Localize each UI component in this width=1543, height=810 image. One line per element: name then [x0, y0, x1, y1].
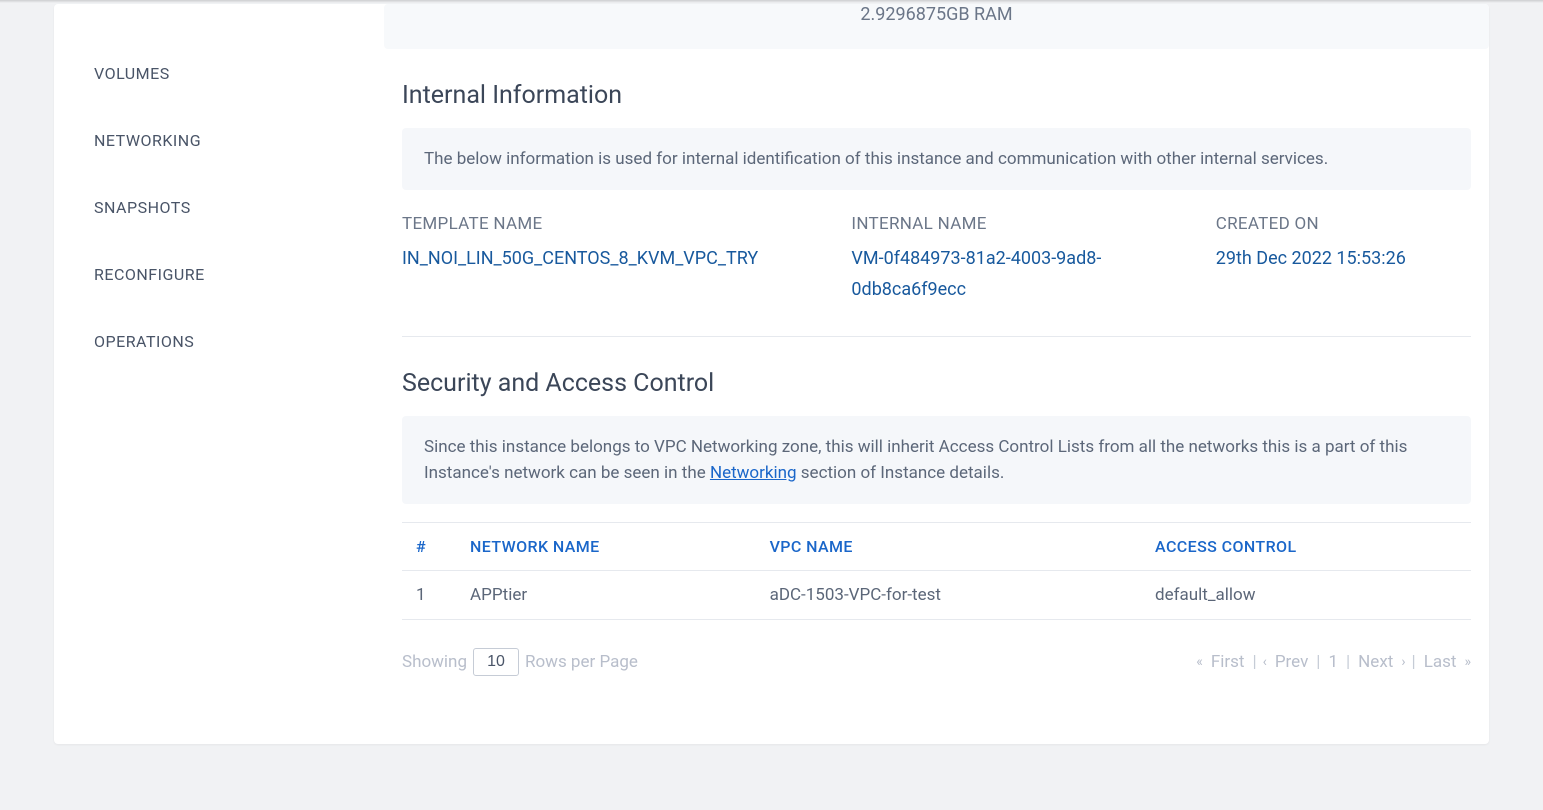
networking-link[interactable]: Networking: [710, 463, 797, 483]
rows-per-page-label: Rows per Page: [525, 652, 638, 672]
cell-vpc-name: aDC-1503-VPC-for-test: [762, 571, 1147, 620]
table-row: 1 APPtier aDC-1503-VPC-for-test default_…: [402, 571, 1471, 620]
sidebar: VOLUMES NETWORKING SNAPSHOTS RECONFIGURE…: [54, 4, 384, 744]
col-access-control: ACCESS CONTROL: [1147, 523, 1471, 571]
col-hash: #: [402, 523, 462, 571]
sidebar-item-networking[interactable]: NETWORKING: [94, 107, 384, 174]
cell-index: 1: [402, 571, 462, 620]
internal-name-value: VM-0f484973-81a2-4003-9ad8-0db8ca6f9ecc: [851, 244, 1191, 305]
security-title: Security and Access Control: [402, 369, 1471, 398]
separator: |: [1346, 652, 1350, 672]
internal-info-banner: The below information is used for intern…: [402, 128, 1471, 190]
main-card: VOLUMES NETWORKING SNAPSHOTS RECONFIGURE…: [54, 4, 1489, 744]
first-page-button[interactable]: First: [1209, 652, 1247, 672]
separator: |: [1316, 652, 1320, 672]
sidebar-item-operations[interactable]: OPERATIONS: [94, 308, 384, 375]
template-name-label: TEMPLATE NAME: [402, 214, 827, 234]
internal-info-title: Internal Information: [402, 81, 1471, 110]
pagination: Showing Rows per Page « First | ‹ Prev |…: [402, 648, 1471, 676]
resource-summary-box: 2.9296875GB RAM: [384, 4, 1489, 49]
content-area: 2.9296875GB RAM Internal Information The…: [384, 4, 1489, 744]
security-banner-text-after: section of Instance details.: [797, 463, 1005, 483]
cell-access-control: default_allow: [1147, 571, 1471, 620]
current-page: 1: [1326, 652, 1340, 672]
template-name-value: IN_NOI_LIN_50G_CENTOS_8_KVM_VPC_TRY: [402, 244, 827, 275]
col-vpc-name: VPC NAME: [762, 523, 1147, 571]
sidebar-item-snapshots[interactable]: SNAPSHOTS: [94, 174, 384, 241]
internal-name-label: INTERNAL NAME: [851, 214, 1191, 234]
prev-page-button[interactable]: Prev: [1273, 652, 1310, 672]
separator: |: [1252, 652, 1256, 672]
next-chevron-icon: ›: [1401, 654, 1405, 670]
internal-info-grid: TEMPLATE NAME IN_NOI_LIN_50G_CENTOS_8_KV…: [402, 214, 1471, 336]
last-page-button[interactable]: Last: [1422, 652, 1459, 672]
first-chevron-icon: «: [1196, 654, 1203, 670]
sidebar-item-volumes[interactable]: VOLUMES: [94, 40, 384, 107]
showing-label: Showing: [402, 652, 467, 672]
created-on-label: CREATED ON: [1216, 214, 1471, 234]
separator: |: [1412, 652, 1416, 672]
rows-per-page-input[interactable]: [473, 648, 519, 676]
last-chevron-icon: »: [1464, 654, 1471, 670]
created-on-value: 29th Dec 2022 15:53:26: [1216, 244, 1471, 275]
next-page-button[interactable]: Next: [1356, 652, 1395, 672]
acl-table-wrap: # NETWORK NAME VPC NAME ACCESS CONTROL 1…: [402, 522, 1471, 620]
security-banner: Since this instance belongs to VPC Netwo…: [402, 416, 1471, 505]
ram-value: 2.9296875GB RAM: [404, 4, 1469, 25]
acl-table: # NETWORK NAME VPC NAME ACCESS CONTROL 1…: [402, 522, 1471, 620]
prev-chevron-icon: ‹: [1263, 654, 1267, 670]
col-network-name: NETWORK NAME: [462, 523, 762, 571]
cell-network-name: APPtier: [462, 571, 762, 620]
sidebar-item-reconfigure[interactable]: RECONFIGURE: [94, 241, 384, 308]
